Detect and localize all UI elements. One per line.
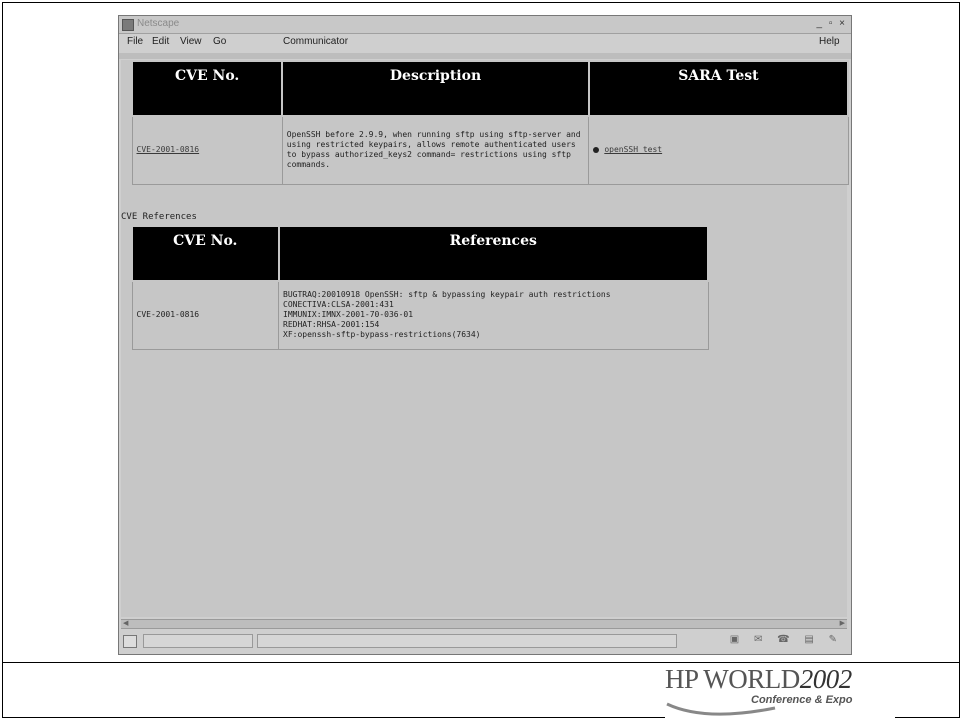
references-cell: BUGTRAQ:20010918 OpenSSH: sftp & bypassi…	[278, 280, 709, 350]
menu-help[interactable]: Help	[819, 36, 840, 47]
netscape-window: Netscape _ ▫ × File Edit View Go Communi…	[118, 15, 852, 655]
footer-divider	[2, 662, 960, 663]
window-title: Netscape	[137, 18, 180, 29]
scroll-left-icon[interactable]: ◀	[123, 619, 128, 627]
cve-references-label: CVE References	[121, 212, 197, 222]
references-table: CVE No. References CVE-2001-0816 BUGTRAQ…	[131, 225, 710, 350]
menu-view[interactable]: View	[180, 36, 202, 47]
security-icon[interactable]	[123, 635, 137, 648]
menu-go[interactable]: Go	[213, 36, 226, 47]
scroll-right-icon[interactable]: ▶	[840, 619, 845, 627]
sara-table: CVE No. Description SARA Test CVE-2001-0…	[130, 60, 850, 185]
progress-field	[143, 634, 253, 648]
menu-communicator[interactable]: Communicator	[283, 36, 348, 47]
logo-main-text: HP WORLD	[665, 664, 800, 694]
hp-world-logo: HP WORLD2002 Conference & Expo	[665, 664, 895, 720]
app-icon	[122, 19, 134, 31]
component-tray-icons[interactable]: ▣ ✉ ☎ ▤ ✎	[730, 634, 843, 645]
header-description: Description	[281, 60, 590, 117]
horizontal-scrollbar[interactable]: ◀ ▶	[121, 619, 847, 629]
window-controls[interactable]: _ ▫ ×	[816, 18, 847, 29]
bullet-icon	[593, 146, 600, 153]
reference-item: IMMUNIX:IMNX-2001-70-036-01	[283, 310, 414, 320]
table-row: CVE-2001-0816 OpenSSH before 2.9.9, when…	[131, 115, 849, 185]
status-text-field	[257, 634, 677, 648]
reference-item: CONECTIVA:CLSA-2001:431	[283, 300, 394, 310]
cve-cell: CVE-2001-0816	[131, 280, 280, 350]
table-row: CVE-2001-0816 BUGTRAQ:20010918 OpenSSH: …	[131, 280, 709, 350]
menu-bar: File Edit View Go Communicator Help	[119, 35, 851, 51]
status-bar: ▣ ✉ ☎ ▤ ✎	[119, 631, 851, 653]
header-cve-no: CVE No.	[130, 60, 284, 117]
menu-file[interactable]: File	[127, 36, 143, 47]
menu-edit[interactable]: Edit	[152, 36, 169, 47]
reference-item: BUGTRAQ:20010918 OpenSSH: sftp & bypassi…	[283, 290, 611, 300]
reference-item: XF:openssh-sftp-bypass-restrictions(7634…	[283, 330, 481, 340]
cve-cell: CVE-2001-0816	[131, 115, 283, 185]
reference-item: REDHAT:RHSA-2001:154	[283, 320, 380, 330]
sara-test-cell: openSSH test	[588, 115, 849, 185]
description-cell: OpenSSH before 2.9.9, when running sftp …	[281, 115, 590, 185]
openssh-test-link[interactable]: openSSH test	[604, 145, 662, 154]
logo-year: 2002	[799, 664, 853, 694]
page-content: CVE No. Description SARA Test CVE-2001-0…	[121, 60, 850, 617]
header-cve-no: CVE No.	[131, 225, 280, 282]
title-bar[interactable]: Netscape _ ▫ ×	[119, 16, 851, 34]
cve-link[interactable]: CVE-2001-0816	[137, 145, 200, 154]
toolbar-strip	[119, 53, 851, 59]
header-references: References	[277, 225, 710, 282]
swoosh-icon	[666, 702, 776, 716]
header-sara-test: SARA Test	[587, 60, 850, 117]
